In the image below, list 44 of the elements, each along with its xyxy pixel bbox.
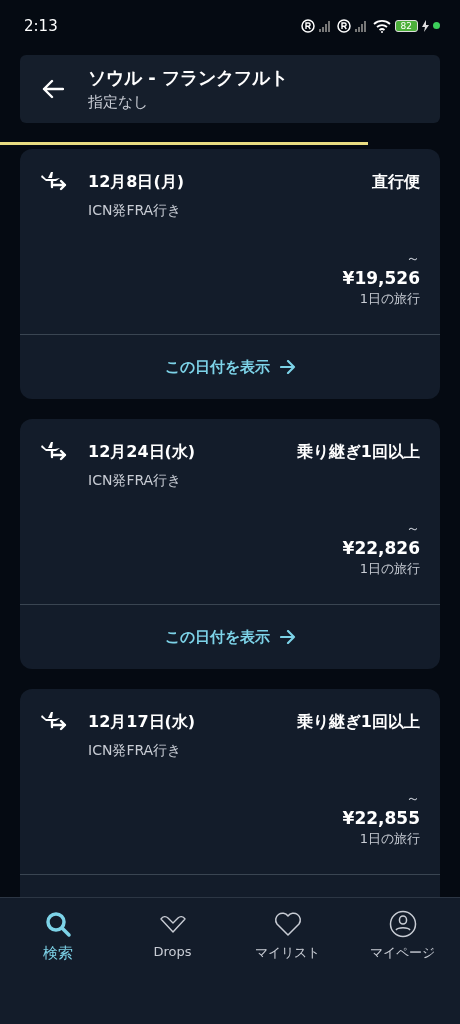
route-text: ICN発FRA行き xyxy=(88,742,183,760)
stops-label: 乗り継ぎ1回以上 xyxy=(296,441,420,463)
price-prefix: ～ xyxy=(406,790,420,808)
trip-length: 1日の旅行 xyxy=(359,560,420,578)
price: ¥22,826 xyxy=(342,538,420,558)
route-text: ICN発FRA行き xyxy=(88,202,183,220)
stops-label: 直行便 xyxy=(372,171,420,193)
show-date-button[interactable]: この日付を表示 xyxy=(154,621,306,653)
route-title: ソウル - フランクフルト xyxy=(88,66,288,90)
airplane-transfer-icon xyxy=(40,441,68,463)
flight-date: 12月24日(水) xyxy=(88,441,197,463)
arrow-right-icon xyxy=(279,630,296,644)
nav-tab[interactable]: Drops xyxy=(115,906,230,963)
charging-icon xyxy=(422,19,429,32)
price: ¥19,526 xyxy=(342,268,420,288)
route-text: ICN発FRA行き xyxy=(88,472,183,490)
flight-date: 12月17日(水) xyxy=(88,711,197,733)
wifi-icon xyxy=(372,18,391,33)
back-arrow-icon xyxy=(42,79,64,99)
airplane-transfer-icon xyxy=(40,171,68,193)
nav-tab[interactable]: 検索 xyxy=(0,906,115,967)
signal-icon xyxy=(354,19,369,32)
trip-length: 1日の旅行 xyxy=(359,830,420,848)
heart-icon xyxy=(273,910,302,938)
battery-level: 82 xyxy=(394,19,418,32)
roaming-icon xyxy=(300,18,315,33)
price-prefix: ～ xyxy=(406,250,420,268)
profile-icon xyxy=(388,910,417,938)
nav-tab[interactable]: マイリスト xyxy=(230,906,345,966)
route-subtitle: 指定なし xyxy=(88,93,149,112)
signal-icon xyxy=(318,19,333,32)
roaming-icon xyxy=(336,18,351,33)
status-dot xyxy=(433,22,440,29)
search-icon xyxy=(43,910,72,938)
flight-date: 12月8日(月) xyxy=(88,171,186,193)
arrow-right-icon xyxy=(279,360,296,374)
price-prefix: ～ xyxy=(406,520,420,538)
price: ¥22,855 xyxy=(342,808,420,828)
airplane-transfer-icon xyxy=(40,711,68,733)
trip-length: 1日の旅行 xyxy=(359,290,420,308)
show-date-button[interactable]: この日付を表示 xyxy=(154,351,306,383)
stops-label: 乗り継ぎ1回以上 xyxy=(296,711,420,733)
status-time: 2:13 xyxy=(24,16,58,35)
nav-tab[interactable]: マイページ xyxy=(345,906,460,966)
